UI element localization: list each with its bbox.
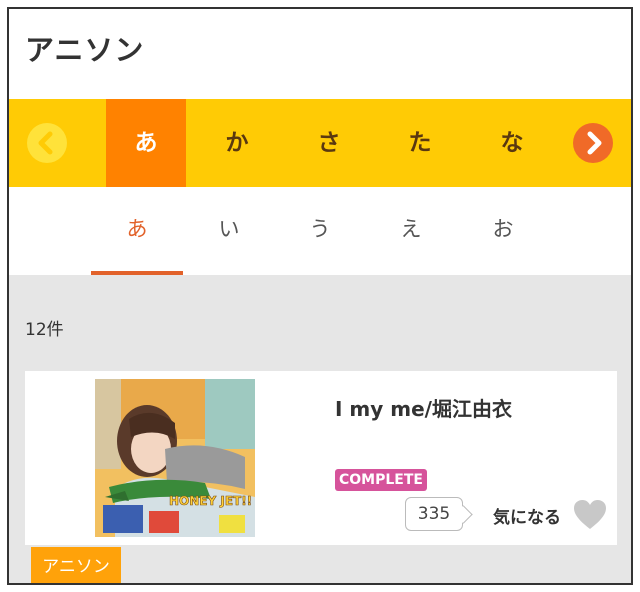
chevron-right-icon	[587, 131, 602, 155]
complete-badge: COMPLETE	[335, 469, 427, 491]
chevron-left-icon	[38, 131, 53, 155]
heart-icon[interactable]	[573, 499, 607, 531]
jacket-logo-text: HONEY JET!!	[169, 494, 252, 508]
next-row-button[interactable]	[573, 123, 613, 163]
sub-kana-tab-i[interactable]: い	[183, 187, 275, 275]
result-count: 12件	[25, 320, 64, 340]
album-jacket-image[interactable]: HONEY JET!!	[95, 379, 255, 537]
sub-kana-tab-e[interactable]: え	[365, 187, 457, 275]
sub-kana-tab-u[interactable]: う	[274, 187, 366, 275]
sub-kana-tab-a[interactable]: あ	[91, 187, 183, 275]
page-title: アニソン	[25, 33, 145, 67]
kana-row-tab-a[interactable]: あ	[106, 99, 186, 187]
kana-row-bar: あ か さ た な	[9, 99, 631, 187]
kana-row-tab-sa[interactable]: さ	[289, 99, 369, 187]
sub-kana-tab-o[interactable]: お	[457, 187, 549, 275]
song-card[interactable]: HONEY JET!! I my me/堀江由衣 COMPLETE 335 気に…	[25, 371, 617, 545]
favorite-count: 335	[405, 497, 463, 531]
favorite-label[interactable]: 気になる	[493, 503, 561, 528]
prev-row-button[interactable]	[27, 123, 67, 163]
kana-row-tab-na[interactable]: な	[472, 99, 552, 187]
kana-row-tab-ta[interactable]: た	[380, 99, 460, 187]
song-list-area: 12件 HONEY JET!! I my me/堀江由衣 COMPLETE 33…	[9, 275, 631, 583]
song-title[interactable]: I my me/堀江由衣	[335, 393, 512, 422]
sub-kana-tabs: あ い う え お	[9, 187, 631, 275]
kana-row-tab-ka[interactable]: か	[197, 99, 277, 187]
app-frame: アニソン あ か さ た な あ い う え お 12件 HONEY JET!!…	[7, 7, 633, 585]
genre-tag[interactable]: アニソン	[31, 547, 121, 583]
